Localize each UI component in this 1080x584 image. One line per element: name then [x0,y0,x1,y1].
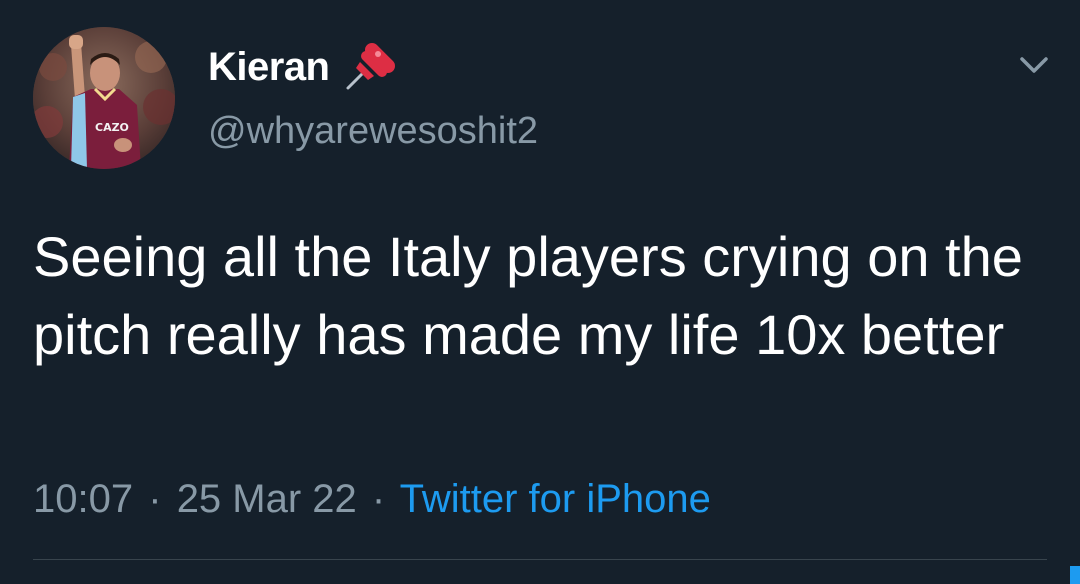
meta-separator: · [371,477,386,521]
pushpin-icon [342,40,396,94]
scroll-indicator [1070,566,1080,584]
chevron-down-icon[interactable] [1014,50,1054,80]
tweet-date[interactable]: 25 Mar 22 [177,477,357,521]
tweet-card: CAZO Kieran @whyarewesoshit2 Seeing all … [0,0,1080,584]
tweet-meta: 10:07 · 25 Mar 22 · Twitter for iPhone [33,474,711,524]
tweet-source-link[interactable]: Twitter for iPhone [400,477,711,521]
meta-separator: · [148,477,162,521]
tweet-text: Seeing all the Italy players crying on t… [33,225,1023,366]
author-row: Kieran [208,40,396,94]
avatar[interactable]: CAZO [33,27,175,169]
divider [33,559,1047,560]
avatar-shirt-text: CAZO [95,121,129,134]
display-name[interactable]: Kieran [208,45,330,90]
user-handle[interactable]: @whyarewesoshit2 [208,110,538,153]
avatar-image: CAZO [33,27,175,169]
tweet-time[interactable]: 10:07 [33,477,133,521]
